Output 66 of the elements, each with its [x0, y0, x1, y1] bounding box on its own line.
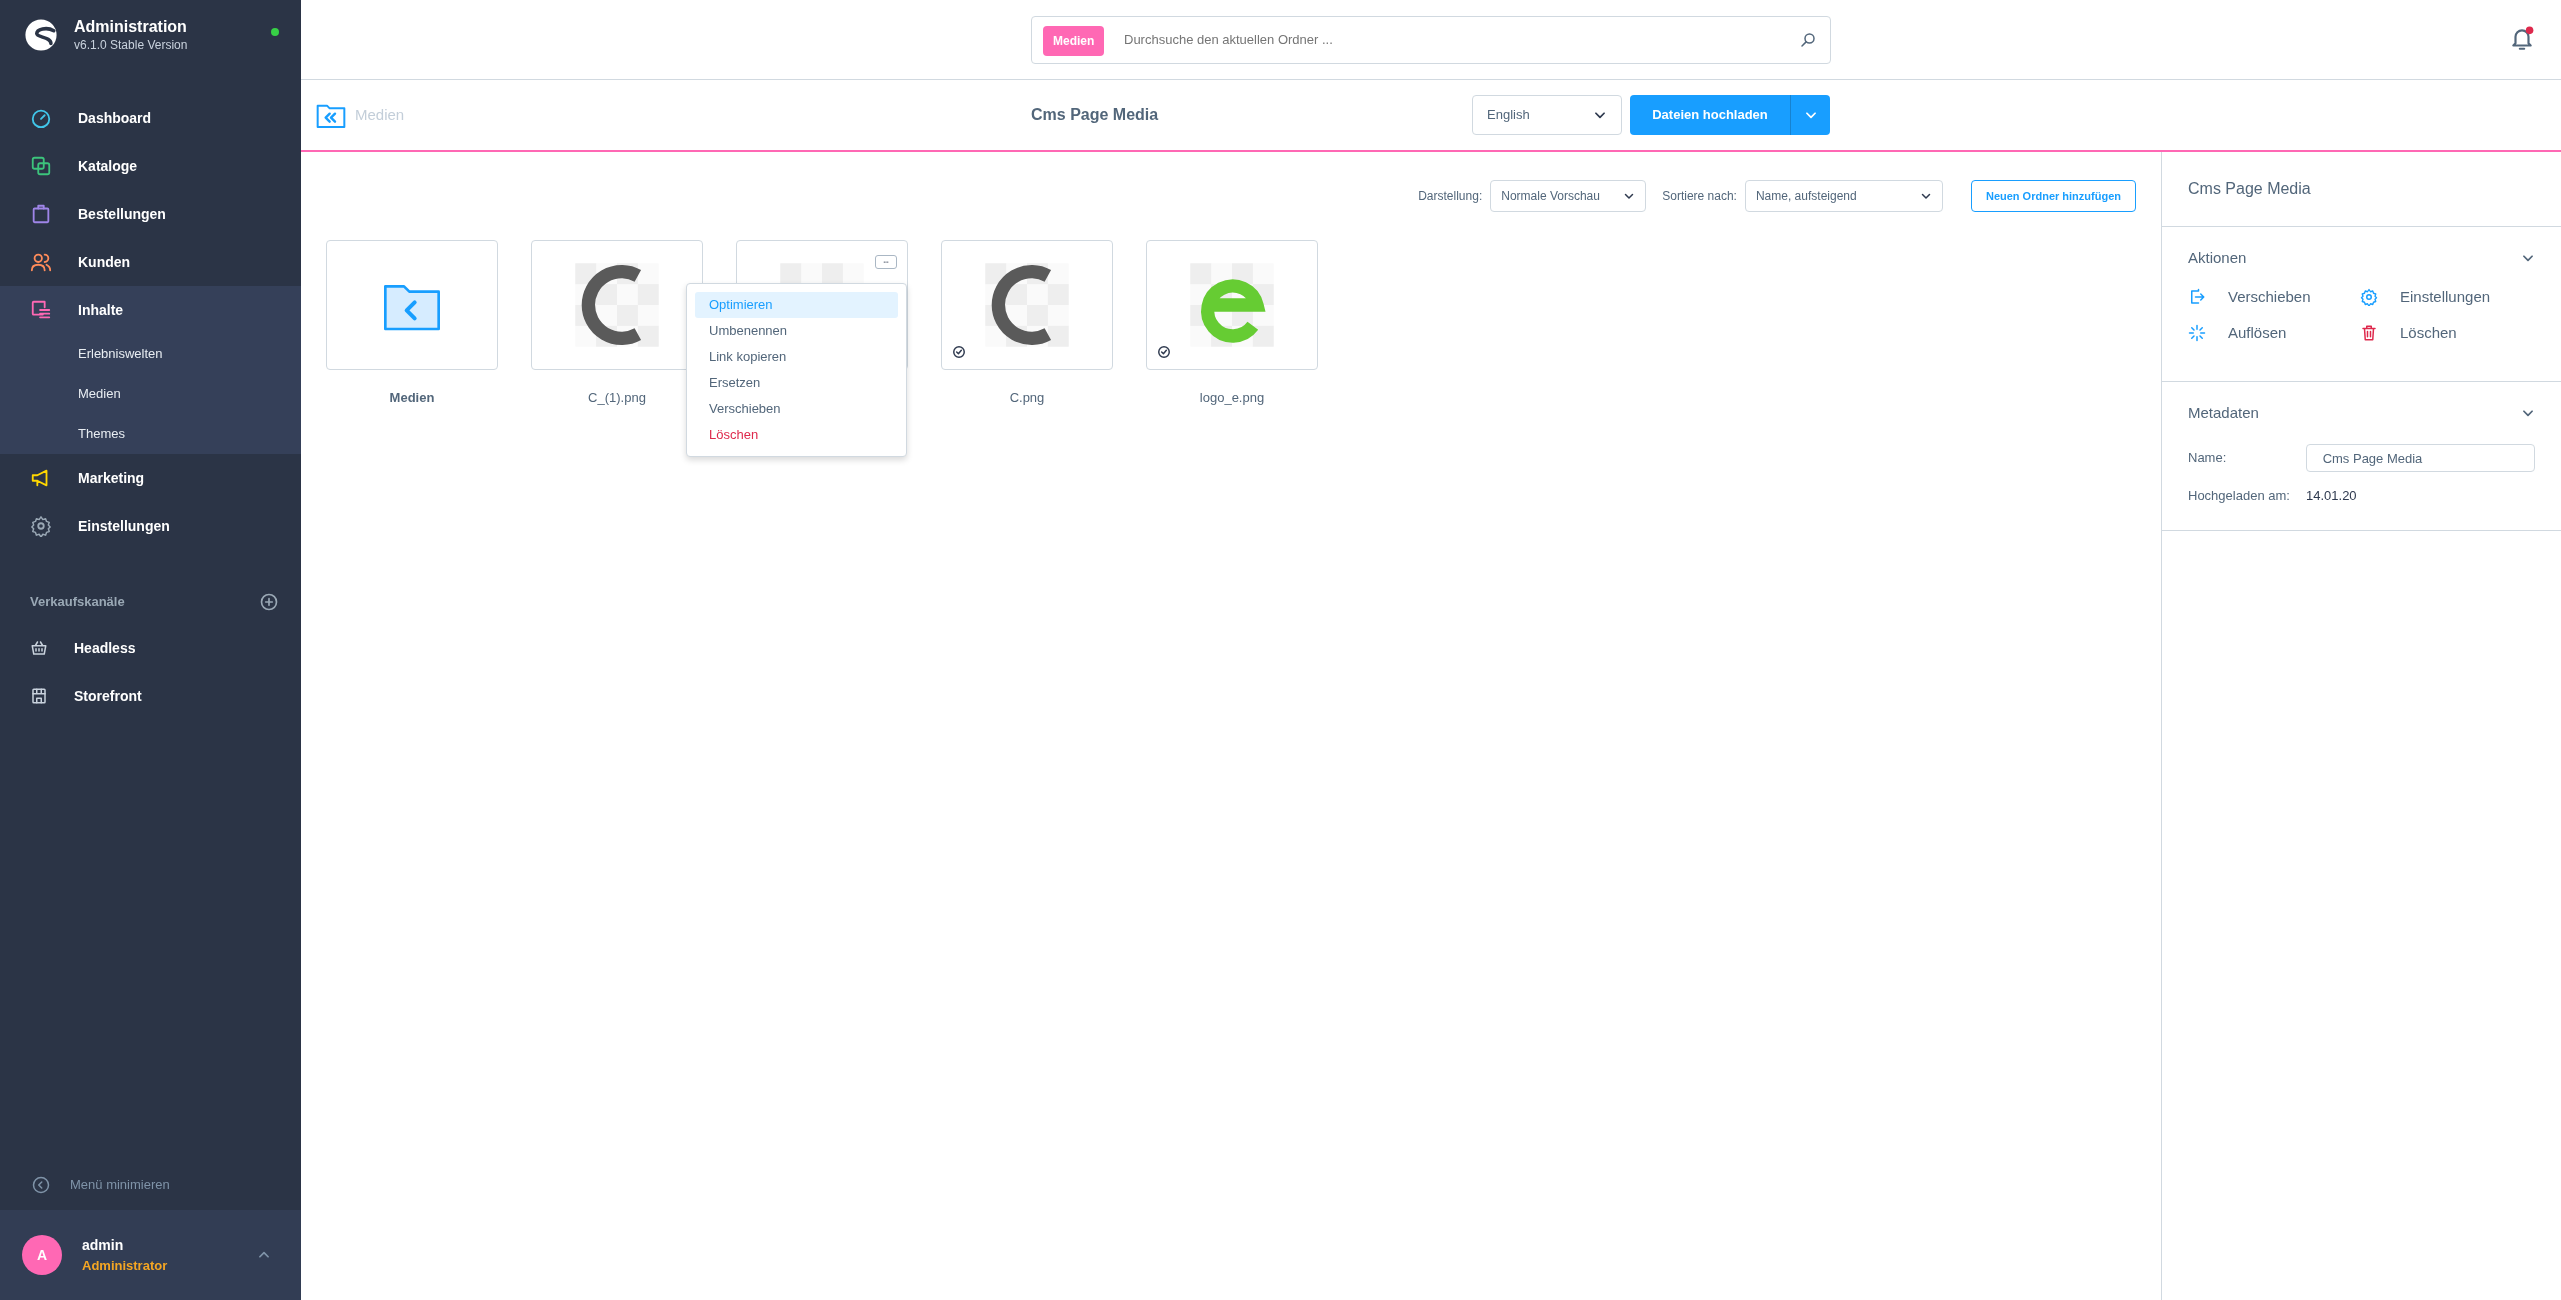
users-icon — [30, 251, 52, 273]
basket-icon — [30, 639, 48, 657]
chevron-left-icon — [32, 1176, 50, 1194]
action-link[interactable]: Einstellungen — [2360, 279, 2535, 315]
nav-item[interactable]: Inhalte — [0, 286, 301, 334]
nav-item[interactable]: Bestellungen — [0, 190, 301, 238]
upload-date: 14.01.20 — [2306, 487, 2357, 505]
nav-item[interactable]: Marketing — [0, 454, 301, 502]
content-icon — [30, 299, 52, 321]
add-icon[interactable] — [259, 592, 279, 612]
language-select[interactable]: English — [1472, 95, 1622, 135]
settings-icon — [30, 515, 52, 537]
squares-icon — [30, 155, 52, 177]
menu-item[interactable]: Ersetzen — [695, 370, 898, 396]
search-icon[interactable] — [1799, 30, 1817, 49]
field-label: Name: — [2188, 449, 2228, 468]
file-name: Medien — [388, 389, 436, 407]
action-link[interactable]: Löschen — [2360, 315, 2535, 351]
view-label: Darstellung: — [1418, 188, 1483, 205]
user-role: Administrator — [82, 1256, 169, 1275]
sales-channel-item[interactable]: Storefront — [0, 672, 301, 720]
media-card[interactable] — [531, 240, 703, 370]
page-title: Cms Page Media — [1031, 105, 1159, 125]
nav-item[interactable]: Dashboard — [0, 94, 301, 142]
menu-item[interactable]: Umbenennen — [695, 318, 898, 344]
field-label: Hochgeladen am: — [2188, 487, 2291, 505]
panel-title: Cms Page Media — [2188, 179, 2311, 199]
nav-subitem[interactable]: Medien — [0, 374, 301, 414]
user-name: admin — [82, 1235, 125, 1255]
app-title: Administration — [74, 18, 188, 36]
store-icon — [30, 687, 48, 705]
menu-item[interactable]: Löschen — [695, 422, 898, 448]
file-name: logo_e.png — [1198, 389, 1266, 407]
module-tag: Medien — [1043, 25, 1105, 56]
logo-icon — [24, 18, 58, 52]
sparkle-icon — [2188, 324, 2206, 342]
nav-item[interactable]: Kataloge — [0, 142, 301, 190]
nav-subitem[interactable]: Erlebniswelten — [0, 334, 301, 374]
media-card[interactable] — [941, 240, 1113, 370]
sales-channel-item[interactable]: Headless — [0, 624, 301, 672]
file-name: C.png — [1008, 389, 1046, 407]
sort-label: Sortiere nach: — [1662, 188, 1737, 205]
exit-icon — [2188, 288, 2206, 306]
sort-select[interactable]: Name, aufsteigend — [1744, 180, 1943, 212]
name-field[interactable]: Cms Page Media — [2305, 444, 2535, 472]
version-text: v6.1.0 Stable Version — [74, 37, 189, 54]
back-label: Medien — [355, 104, 405, 125]
minimize-menu-link[interactable]: Menü minimieren — [0, 1160, 301, 1210]
nav-subitem[interactable]: Themes — [0, 414, 301, 454]
bag-icon — [30, 203, 52, 225]
section-heading: Metadaten — [2188, 402, 2259, 423]
nav-item[interactable]: Einstellungen — [0, 502, 301, 550]
section-heading: Aktionen — [2188, 247, 2247, 268]
menu-item[interactable]: Link kopieren — [695, 344, 898, 370]
section-heading: Verkaufskanäle — [30, 593, 125, 612]
gear-icon — [2360, 288, 2378, 306]
bell-icon[interactable] — [2509, 26, 2535, 52]
action-link[interactable]: Auflösen — [2188, 315, 2360, 351]
trash-icon — [2360, 324, 2378, 342]
view-select[interactable]: Normale Vorschau — [1490, 180, 1647, 212]
file-name: C_(1).png — [587, 389, 647, 407]
action-link[interactable]: Verschieben — [2188, 279, 2360, 315]
menu-item[interactable]: Verschieben — [695, 396, 898, 422]
gauge-icon — [30, 107, 52, 129]
nav-item[interactable]: Kunden — [0, 238, 301, 286]
user-avatar: A — [22, 1235, 62, 1275]
